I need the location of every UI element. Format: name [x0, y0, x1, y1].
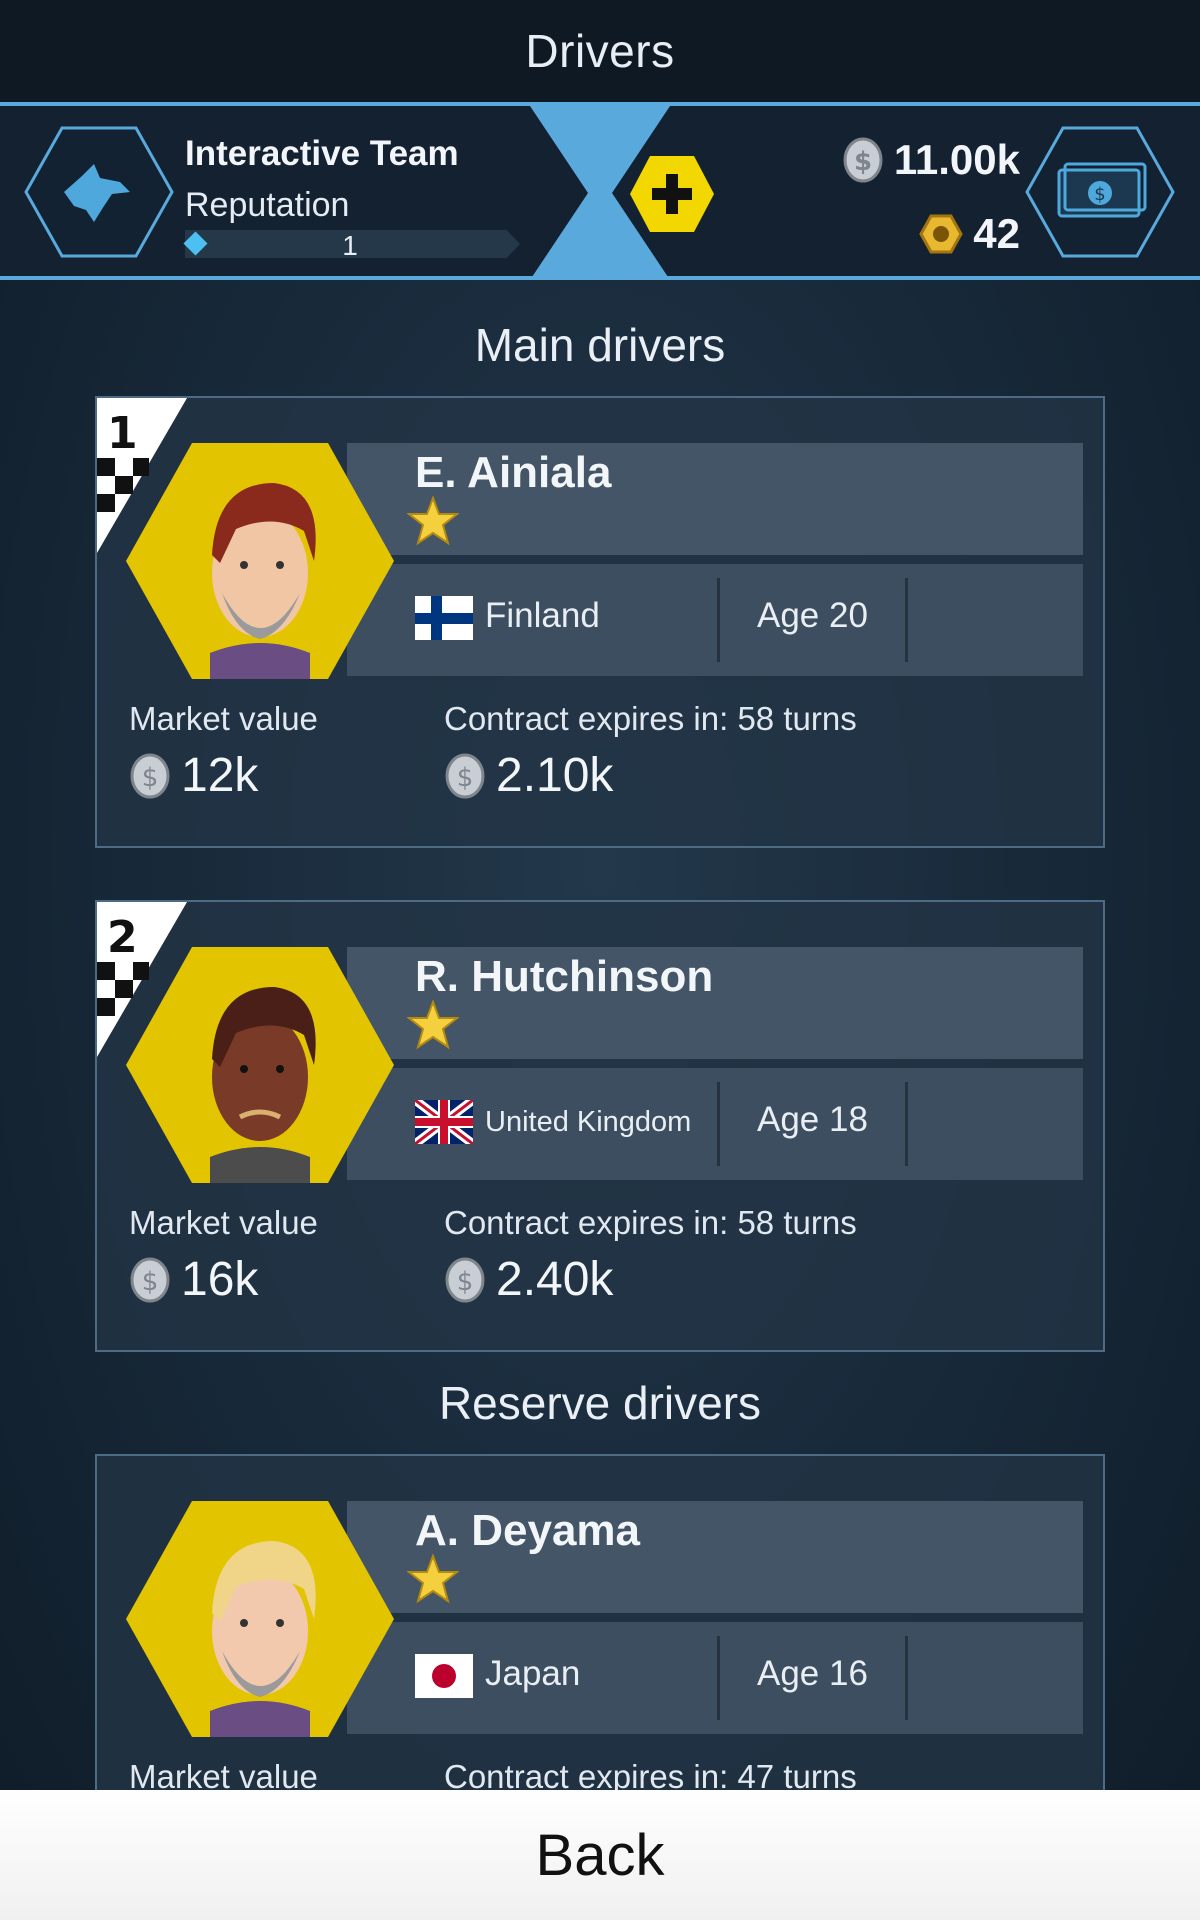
- divider: [905, 1082, 908, 1166]
- market-value-label: Market value: [129, 1204, 318, 1241]
- shop-hexagon[interactable]: $: [1025, 126, 1175, 258]
- cash-icon: $: [1057, 162, 1147, 218]
- team-bar: Interactive Team Reputation 1 $ 11.00k 4…: [0, 102, 1200, 280]
- team-logo-hexagon[interactable]: [24, 126, 174, 258]
- silver-coin-icon: $: [445, 1257, 485, 1302]
- contract-value-amount: 2.10k: [496, 749, 614, 802]
- uk-flag-icon: [415, 1100, 473, 1144]
- driver-name: A. Deyama: [415, 1506, 641, 1555]
- section-title-main: Main drivers: [474, 319, 726, 371]
- divider: [717, 578, 720, 662]
- team-name: Interactive Team: [185, 134, 459, 173]
- silver-coins-value: 11.00k: [893, 136, 1020, 183]
- svg-text:$: $: [142, 763, 159, 793]
- contract-expiry-label: Contract expires in: 58 turns: [444, 1204, 857, 1241]
- silver-coin-icon: $: [130, 1257, 170, 1302]
- star-icon: [407, 1000, 459, 1050]
- driver-age: Age 18: [757, 1100, 868, 1139]
- reputation-label: Reputation: [185, 186, 350, 224]
- divider: [905, 578, 908, 662]
- back-button[interactable]: Back: [0, 1790, 1200, 1920]
- gold-nut-icon: [919, 214, 963, 254]
- divider: [717, 1082, 720, 1166]
- market-value-amount: 16k: [181, 1253, 259, 1306]
- driver-name: E. Ainiala: [415, 448, 612, 497]
- svg-text:$: $: [457, 1267, 474, 1297]
- star-icon: [407, 1554, 459, 1604]
- svg-text:$: $: [457, 763, 474, 793]
- driver-card[interactable]: 1 E. Ainiala Finland Age 20 Market value…: [95, 396, 1105, 848]
- star-icon: [407, 496, 459, 546]
- driver-country: Japan: [485, 1654, 581, 1693]
- gold-nuts-value: 42: [973, 210, 1020, 257]
- driver-age: Age 16: [757, 1654, 868, 1693]
- driver-country: Finland: [485, 596, 600, 635]
- section-title-reserve: Reserve drivers: [438, 1377, 762, 1429]
- title-bar: Drivers: [0, 0, 1200, 102]
- silver-coin-icon: $: [843, 137, 883, 183]
- contract-value-amount: 2.40k: [496, 1253, 614, 1306]
- svg-text:$: $: [854, 147, 872, 177]
- driver-country: United Kingdom: [485, 1106, 692, 1138]
- finland-flag-icon: [415, 596, 473, 640]
- silver-coin-icon: $: [130, 753, 170, 798]
- driver-card[interactable]: 2 R. Hutchinson United Kingdom Age 18 Ma…: [95, 900, 1105, 1352]
- svg-text:$: $: [1094, 184, 1105, 205]
- driver-portrait: [126, 1501, 394, 1737]
- driver-portrait: [126, 443, 394, 679]
- back-button-label: Back: [535, 1822, 665, 1888]
- contract-value: $ 2.40k: [444, 1252, 613, 1307]
- reputation-level: 1: [342, 230, 358, 261]
- japan-flag-icon: [415, 1654, 473, 1698]
- divider: [905, 1636, 908, 1720]
- add-currency-button[interactable]: [628, 154, 716, 234]
- market-value: $ 16k: [129, 1252, 258, 1307]
- silver-coins: $ 11.00k: [842, 136, 1020, 184]
- svg-text:$: $: [142, 1267, 159, 1297]
- driver-age: Age 20: [757, 596, 868, 635]
- market-value-label: Market value: [129, 700, 318, 737]
- contract-value: $ 2.10k: [444, 748, 613, 803]
- market-value-amount: 12k: [181, 749, 259, 802]
- divider: [717, 1636, 720, 1720]
- contract-expiry-label: Contract expires in: 58 turns: [444, 700, 857, 737]
- gold-nuts: 42: [919, 210, 1020, 258]
- page-title: Drivers: [525, 25, 675, 77]
- silver-coin-icon: $: [445, 753, 485, 798]
- market-value: $ 12k: [129, 748, 258, 803]
- driver-name: R. Hutchinson: [415, 952, 714, 1001]
- driver-portrait: [126, 947, 394, 1183]
